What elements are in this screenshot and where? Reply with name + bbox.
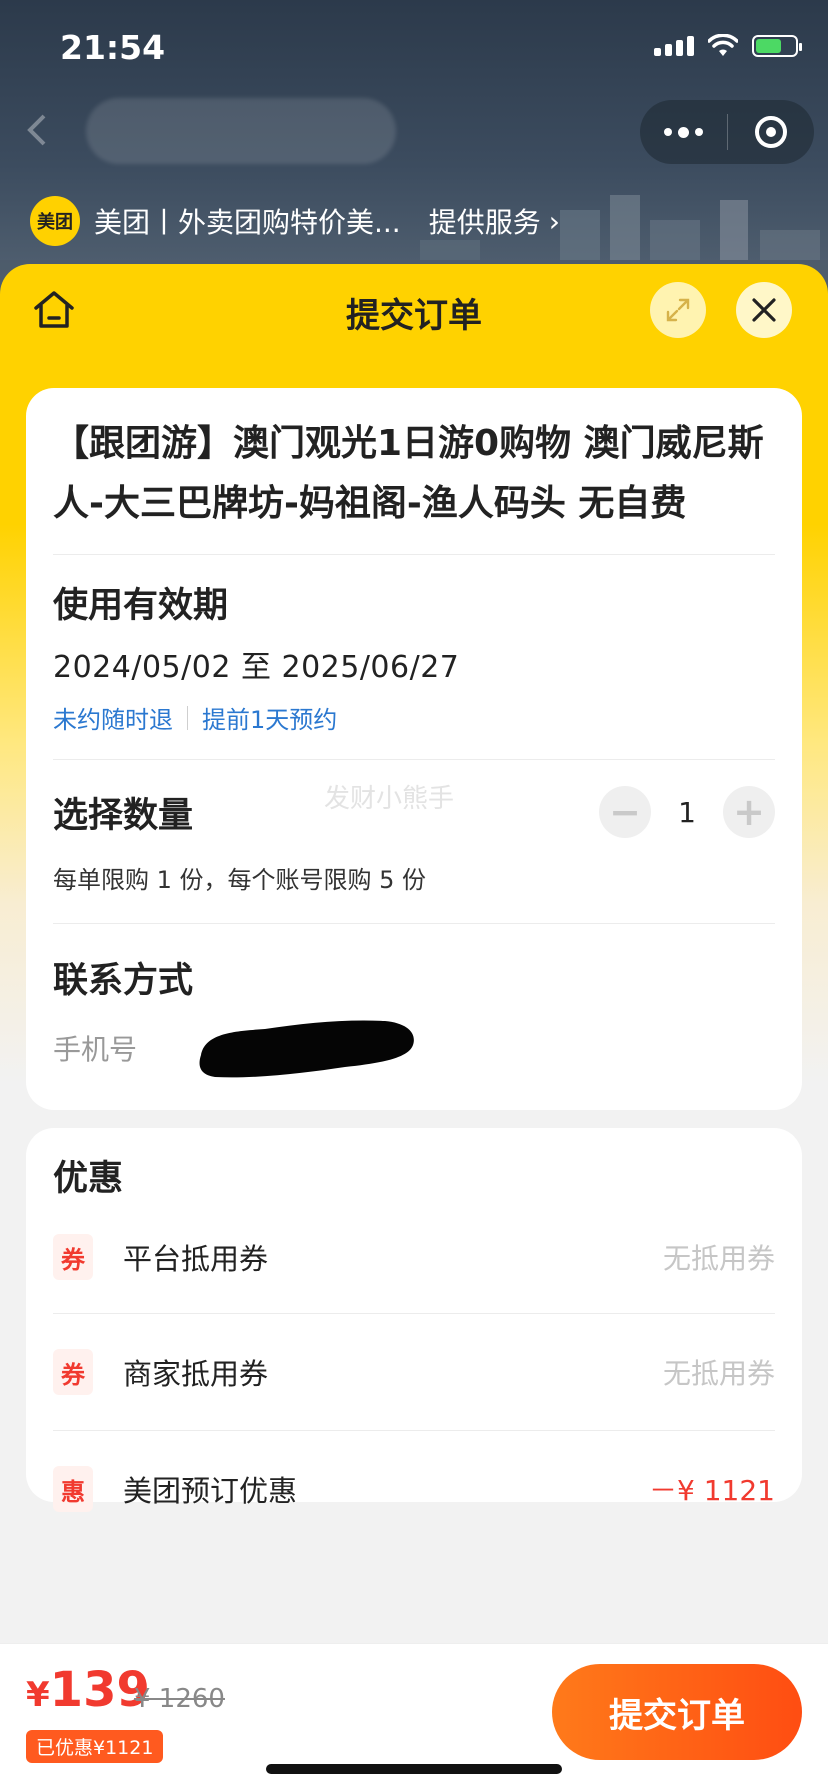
signal-icon <box>654 36 694 56</box>
wifi-icon <box>708 34 738 56</box>
final-price: ¥ 139 <box>26 1662 150 1718</box>
booking-discount-row: 惠 美团预订优惠 －¥ 1121 <box>53 1431 775 1547</box>
quantity-value: 1 <box>678 795 696 829</box>
validity-dates: 2024/05/02 至 2025/06/27 <box>53 650 460 685</box>
contact-label: 联系方式 <box>53 961 194 1001</box>
close-button[interactable] <box>736 282 792 338</box>
booking-policy: 提前1天预约 <box>202 706 338 734</box>
coupon-tag: 券 <box>53 1349 93 1395</box>
coupon-name: 平台抵用券 <box>123 1242 269 1276</box>
discount-value: －¥ 1121 <box>649 1474 775 1507</box>
back-icon[interactable] <box>20 112 56 148</box>
phone-label: 手机号 <box>53 1033 138 1066</box>
quantity-stepper: − 1 + <box>599 786 775 838</box>
merchant-coupon-row[interactable]: 券 商家抵用券 无抵用券 <box>53 1314 775 1430</box>
home-indicator <box>266 1764 562 1774</box>
chevron-right-icon: › <box>548 204 560 238</box>
decrease-button[interactable]: − <box>599 786 651 838</box>
divider <box>53 923 775 924</box>
divider <box>53 759 775 760</box>
increase-button[interactable]: + <box>723 786 775 838</box>
mini-program-capsule <box>640 100 814 164</box>
discounts-card: 优惠 券 平台抵用券 无抵用券 券 商家抵用券 无抵用券 惠 美团预订优惠 －¥… <box>26 1128 802 1512</box>
redacted-phone-number[interactable] <box>195 1015 419 1081</box>
sheet-header: 提交订单 <box>0 264 828 354</box>
more-icon <box>663 126 703 138</box>
meituan-logo: 美团 <box>30 196 80 246</box>
more-button[interactable] <box>640 100 727 164</box>
search-bar-blurred <box>86 98 396 164</box>
target-icon <box>754 116 787 148</box>
currency-symbol: ¥ <box>26 1675 50 1715</box>
submit-order-button[interactable]: 提交订单 <box>552 1664 802 1760</box>
product-title: 【跟团游】澳门观光1日游0购物 澳门威尼斯人-大三巴牌坊-妈祖阁-渔人码头 无自… <box>53 423 764 524</box>
platform-coupon-row[interactable]: 券 平台抵用券 无抵用券 <box>53 1201 775 1313</box>
order-sheet: 提交订单 【跟团游】澳门观光1日游0购物 澳门威尼斯人-大三巴牌坊-妈祖阁-渔人… <box>0 264 828 1792</box>
battery-icon <box>752 35 802 57</box>
discount-tag: 惠 <box>53 1466 93 1512</box>
validity-label: 使用有效期 <box>53 586 229 626</box>
refund-policy: 未约随时退 <box>53 706 173 734</box>
contact-section: 联系方式 手机号 <box>53 952 775 1081</box>
coupon-value: 无抵用券 <box>662 1357 775 1390</box>
validity-section: 使用有效期 2024/05/02 至 2025/06/27 未约随时退 提前1天… <box>53 577 775 735</box>
original-price: ¥ 1260 <box>134 1684 225 1714</box>
coupon-tag: 券 <box>53 1234 93 1280</box>
service-provider-bar[interactable]: 美团 美团丨外卖团购特价美... 提供服务 › <box>30 196 560 246</box>
order-info-card: 【跟团游】澳门观光1日游0购物 澳门威尼斯人-大三巴牌坊-妈祖阁-渔人码头 无自… <box>26 388 802 1110</box>
close-icon <box>752 298 776 322</box>
expand-icon <box>666 298 690 322</box>
provider-service-label: 提供服务 <box>428 206 541 239</box>
divider <box>53 554 775 555</box>
discount-name: 美团预订优惠 <box>123 1474 298 1508</box>
saved-badge: 已优惠¥1121 <box>26 1730 164 1763</box>
coupon-name: 商家抵用券 <box>123 1357 269 1391</box>
booking-policies: 未约随时退 提前1天预约 <box>53 700 775 735</box>
quantity-label: 选择数量 <box>53 795 194 836</box>
status-icons <box>654 34 802 58</box>
status-time: 21:54 <box>60 28 166 67</box>
expand-button[interactable] <box>650 282 706 338</box>
purchase-limit: 每单限购 1 份，每个账号限购 5 份 <box>53 866 427 894</box>
coupon-value: 无抵用券 <box>662 1242 775 1275</box>
provider-name: 美团丨外卖团购特价美... <box>94 206 401 239</box>
discounts-title: 优惠 <box>53 1159 124 1199</box>
exit-button[interactable] <box>728 100 815 164</box>
watermark: 发财小熊手 <box>324 784 455 814</box>
